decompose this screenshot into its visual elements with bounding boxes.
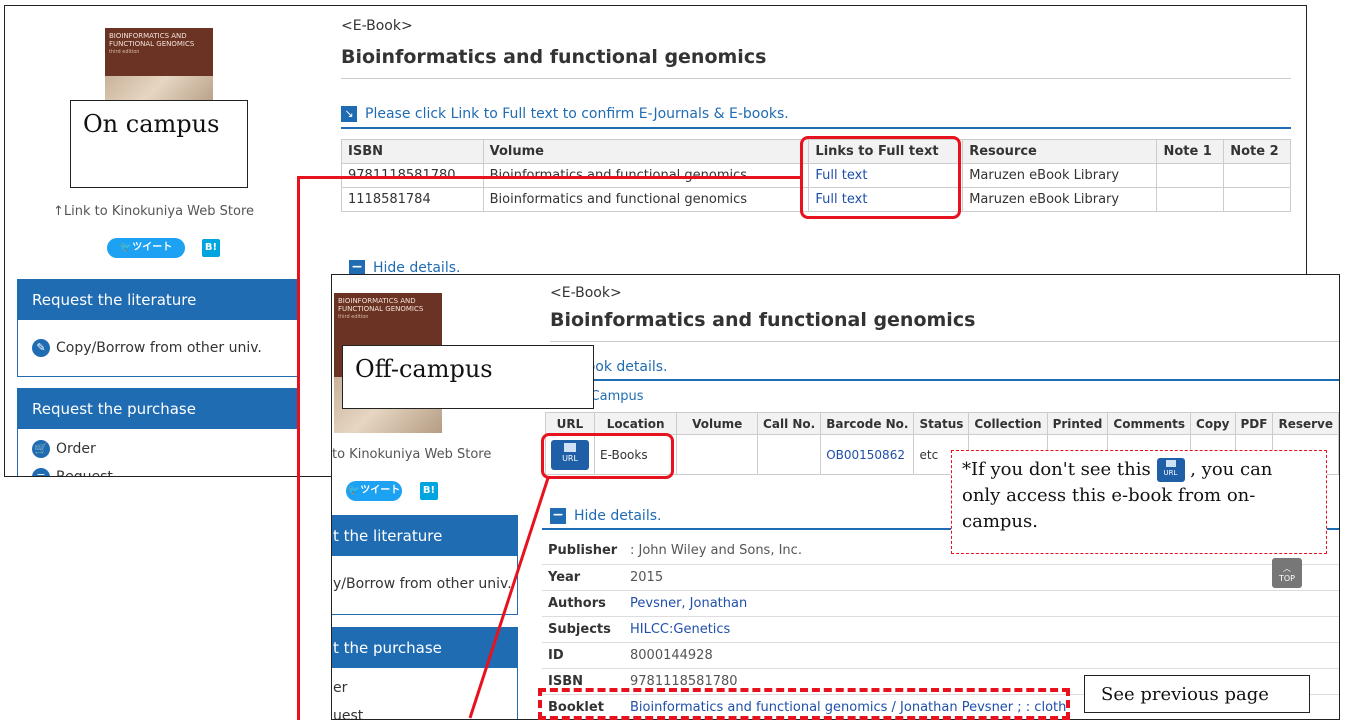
cart-icon: 🛒: [32, 440, 50, 458]
copy-borrow-link[interactable]: ✎ Copy/Borrow from other univ.: [18, 334, 298, 362]
detail-row: Year 2015: [542, 564, 1339, 591]
request-link[interactable]: uest: [332, 702, 517, 719]
full-text-notice: ↘ Please click Link to Full text to conf…: [341, 106, 789, 122]
request-literature-box: t the literature y/Borrow from other uni…: [332, 515, 518, 615]
author-link[interactable]: Pevsner, Jonathan: [630, 596, 747, 611]
cover-subtitle: third edition: [109, 49, 140, 55]
kinokuniya-link[interactable]: ↑Link to Kinokuniya Web Store: [53, 204, 254, 219]
hatena-bookmark-button[interactable]: B!: [420, 482, 438, 500]
document-icon: ✎: [32, 339, 50, 357]
order-link[interactable]: er: [332, 674, 517, 702]
hatena-bookmark-button[interactable]: B!: [202, 239, 220, 257]
col-note1: Note 1: [1156, 139, 1225, 164]
request-link[interactable]: ≡ Request: [18, 463, 298, 476]
url-highlight: [541, 433, 674, 479]
connector-line: [297, 176, 300, 720]
request-purchase-box: t the purchase er uest: [332, 627, 518, 719]
see-previous-page-label: See previous page: [1084, 675, 1310, 713]
url-button-sample: URL: [1156, 458, 1185, 482]
book-cover: BIOINFORMATICS AND FUNCTIONAL GENOMICS t…: [105, 28, 213, 108]
booklet-highlight: [538, 688, 1070, 720]
minus-icon: −: [550, 508, 566, 524]
connector-line: [297, 176, 802, 179]
col-resource: Resource: [962, 139, 1158, 164]
request-purchase-heading: t the purchase: [332, 628, 517, 668]
on-campus-callout: On campus: [70, 100, 248, 188]
col-isbn: ISBN: [341, 139, 484, 164]
cover-subtitle: third edition: [338, 314, 369, 320]
tweet-button[interactable]: 🐦ツイート: [107, 238, 185, 258]
col-note2: Note 2: [1223, 139, 1291, 164]
page-title: Bioinformatics and functional genomics: [550, 309, 976, 331]
back-to-top-button[interactable]: ︿ TOP: [1272, 558, 1302, 588]
col-volume: Volume: [482, 139, 810, 164]
cover-title: BIOINFORMATICS AND FUNCTIONAL GENOMICS: [338, 297, 424, 313]
barcode-link[interactable]: OB00150862: [820, 434, 915, 475]
links-highlight: [800, 136, 961, 219]
bird-icon: 🐦: [347, 485, 361, 496]
ebook-tag: <E-Book>: [341, 18, 413, 34]
tweet-button[interactable]: 🐦ツイート: [346, 481, 402, 501]
request-literature-heading: Request the literature: [18, 280, 298, 320]
kinokuniya-link[interactable]: to Kinokuniya Web Store: [332, 447, 491, 462]
detail-row: ID 8000144928: [542, 642, 1339, 669]
request-purchase-heading: Request the purchase: [18, 389, 298, 429]
cover-title: BIOINFORMATICS AND FUNCTIONAL GENOMICS: [109, 32, 195, 48]
bird-icon: 🐦: [119, 242, 133, 253]
order-link[interactable]: 🛒 Order: [18, 435, 298, 463]
hide-details-toggle[interactable]: − Hide details.: [550, 508, 661, 524]
access-note: *If you don't see this URL , you can onl…: [951, 450, 1327, 554]
detail-row: Subjects HILCC:Genetics: [542, 616, 1339, 643]
arrow-icon: ↘: [341, 106, 357, 122]
request-purchase-box: Request the purchase 🛒 Order ≡ Request: [17, 388, 299, 476]
copy-borrow-link[interactable]: y/Borrow from other univ.: [332, 570, 517, 598]
subject-link[interactable]: HILCC:Genetics: [630, 622, 730, 637]
page-title: Bioinformatics and functional genomics: [341, 46, 767, 68]
chevron-up-icon: ︿: [1283, 564, 1291, 573]
detail-row: Authors Pevsner, Jonathan: [542, 590, 1339, 617]
list-icon: ≡: [32, 468, 50, 476]
ebook-tag: <E-Book>: [550, 285, 622, 301]
off-campus-callout: Off-campus: [342, 345, 594, 409]
request-literature-heading: t the literature: [332, 516, 517, 556]
request-literature-box: Request the literature ✎ Copy/Borrow fro…: [17, 279, 299, 377]
document-icon: [1165, 460, 1176, 467]
